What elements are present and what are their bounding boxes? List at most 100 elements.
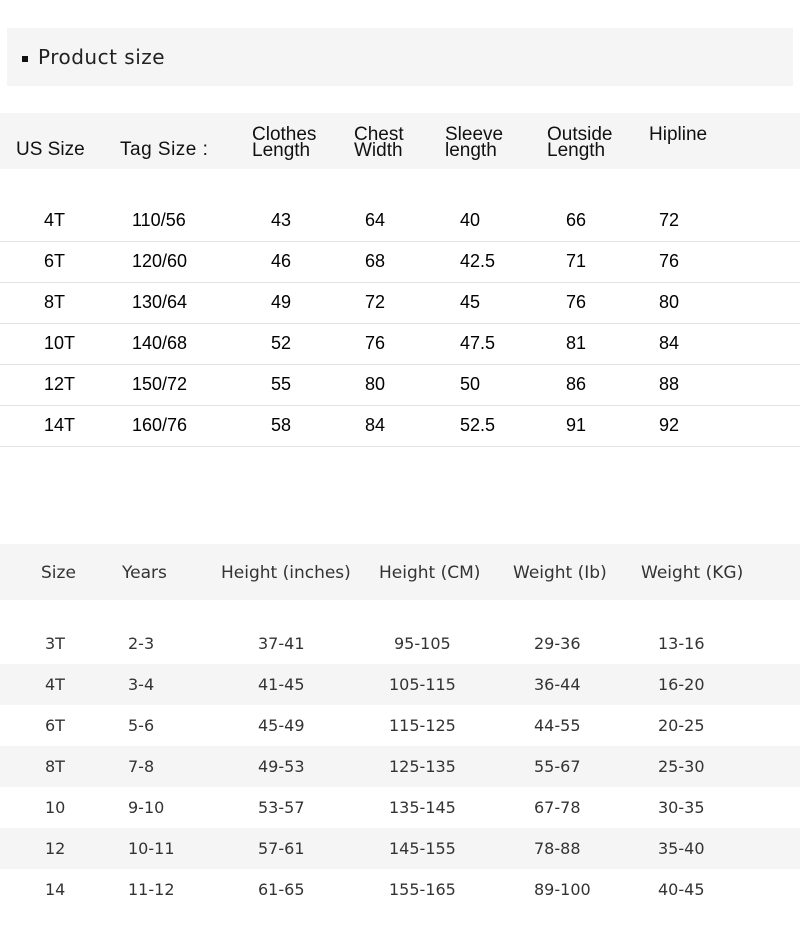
header-outside-length: Outside Length <box>547 125 612 160</box>
header-size: Size <box>41 563 76 583</box>
header-line: Hipline <box>649 124 708 145</box>
cell-clothes-length: 52 <box>271 333 292 353</box>
cell-years: 9-10 <box>128 798 165 817</box>
cell-weight-kg: 30-35 <box>658 798 705 817</box>
cell-height-inches: 45-49 <box>258 716 305 735</box>
cell-tag-size: 160/76 <box>132 415 188 435</box>
cell-us-size: 8T <box>44 292 66 312</box>
cell-years: 10-11 <box>128 839 175 858</box>
cell-hipline: 88 <box>659 374 680 394</box>
header-years: Years <box>122 563 167 583</box>
table-row: 4T 110/56 43 64 40 66 72 <box>0 200 800 242</box>
header-line: US Size <box>16 139 85 160</box>
table-row: 8T 7-8 49-53 125-135 55-67 25-30 <box>0 746 800 787</box>
cell-height-inches: 53-57 <box>258 798 305 817</box>
cell-weight-kg: 25-30 <box>658 757 705 776</box>
table-row: 6T 5-6 45-49 115-125 44-55 20-25 <box>0 705 800 746</box>
cell-tag-size: 150/72 <box>132 374 188 394</box>
header-line: Tag Size : <box>120 139 209 160</box>
header-weight-lb: Weight (Ib) <box>513 563 607 583</box>
cell-hipline: 92 <box>659 415 680 435</box>
cell-weight-lb: 55-67 <box>534 757 581 776</box>
cell-outside-length: 81 <box>566 333 587 353</box>
cell-tag-size: 130/64 <box>132 292 188 312</box>
header-sleeve-length: Sleeve length <box>445 125 503 161</box>
cell-weight-lb: 44-55 <box>534 716 581 735</box>
cell-hipline: 84 <box>659 333 680 353</box>
cell-us-size: 10T <box>44 333 76 353</box>
cell-weight-kg: 13-16 <box>658 634 705 653</box>
cell-size: 3T <box>45 634 65 653</box>
table-row: 14T 160/76 58 84 52.5 91 92 <box>0 405 800 447</box>
cell-height-inches: 57-61 <box>258 839 305 858</box>
page-title: Product size <box>38 45 166 69</box>
cell-height-cm: 115-125 <box>389 716 456 735</box>
cell-chest-width: 72 <box>365 292 386 312</box>
cell-weight-lb: 89-100 <box>534 880 591 899</box>
cell-chest-width: 64 <box>365 210 386 230</box>
cell-outside-length: 91 <box>566 415 587 435</box>
header-line: Length <box>252 140 311 161</box>
header-line: length <box>445 140 497 161</box>
cell-hipline: 80 <box>659 292 680 312</box>
cell-height-inches: 49-53 <box>258 757 305 776</box>
cell-years: 11-12 <box>128 880 175 899</box>
header-clothes-length: Clothes Length <box>252 125 316 161</box>
cell-chest-width: 68 <box>365 251 386 271</box>
cell-height-cm: 95-105 <box>394 634 451 653</box>
cell-tag-size: 110/56 <box>132 210 186 230</box>
cell-height-inches: 61-65 <box>258 880 305 899</box>
cell-weight-lb: 29-36 <box>534 634 581 653</box>
cell-tag-size: 120/60 <box>132 251 188 271</box>
table-row: 3T 2-3 37-41 95-105 29-36 13-16 <box>0 623 800 664</box>
cell-sleeve-length: 50 <box>460 374 481 394</box>
cell-height-inches: 41-45 <box>258 675 305 694</box>
header-line: Width <box>354 140 403 161</box>
cell-hipline: 72 <box>659 210 680 230</box>
measurement-table-header: US Size Tag Size : Clothes Length Chest … <box>0 113 800 169</box>
table-row: 8T 130/64 49 72 45 76 80 <box>0 282 800 324</box>
cell-us-size: 12T <box>44 374 76 394</box>
size-guide-table-header: Size Years Height (inches) Height (CM) W… <box>0 544 800 600</box>
cell-outside-length: 66 <box>566 210 587 230</box>
cell-chest-width: 80 <box>365 374 386 394</box>
cell-sleeve-length: 47.5 <box>460 333 496 353</box>
header-weight-kg: Weight (KG) <box>641 563 744 583</box>
cell-sleeve-length: 42.5 <box>460 251 496 271</box>
cell-clothes-length: 46 <box>271 251 292 271</box>
cell-us-size: 14T <box>44 415 76 435</box>
table-row: 4T 3-4 41-45 105-115 36-44 16-20 <box>0 664 800 705</box>
cell-sleeve-length: 45 <box>460 292 481 312</box>
cell-weight-lb: 78-88 <box>534 839 581 858</box>
cell-years: 3-4 <box>128 675 155 694</box>
cell-size: 8T <box>45 757 65 776</box>
cell-height-cm: 105-115 <box>389 675 456 694</box>
table-row: 6T 120/60 46 68 42.5 71 76 <box>0 241 800 283</box>
cell-height-cm: 135-145 <box>389 798 456 817</box>
cell-years: 5-6 <box>128 716 155 735</box>
cell-clothes-length: 55 <box>271 374 292 394</box>
table-row: 12T 150/72 55 80 50 86 88 <box>0 364 800 406</box>
cell-us-size: 4T <box>44 210 66 230</box>
product-size-title-bar: Product size <box>7 28 793 86</box>
cell-years: 2-3 <box>128 634 155 653</box>
cell-weight-kg: 16-20 <box>658 675 705 694</box>
cell-hipline: 76 <box>659 251 680 271</box>
cell-chest-width: 84 <box>365 415 386 435</box>
cell-clothes-length: 58 <box>271 415 292 435</box>
cell-size: 6T <box>45 716 65 735</box>
table-row: 10 9-10 53-57 135-145 67-78 30-35 <box>0 787 800 828</box>
cell-outside-length: 76 <box>566 292 587 312</box>
cell-size: 10 <box>45 798 66 817</box>
bullet-icon <box>22 56 28 62</box>
cell-outside-length: 86 <box>566 374 587 394</box>
cell-weight-kg: 20-25 <box>658 716 705 735</box>
cell-weight-kg: 40-45 <box>658 880 705 899</box>
cell-us-size: 6T <box>44 251 66 271</box>
table-row: 12 10-11 57-61 145-155 78-88 35-40 <box>0 828 800 869</box>
header-height-inches: Height (inches) <box>221 563 351 583</box>
cell-clothes-length: 49 <box>271 292 292 312</box>
cell-height-inches: 37-41 <box>258 634 305 653</box>
cell-height-cm: 155-165 <box>389 880 456 899</box>
header-hipline: Hipline <box>649 124 708 145</box>
